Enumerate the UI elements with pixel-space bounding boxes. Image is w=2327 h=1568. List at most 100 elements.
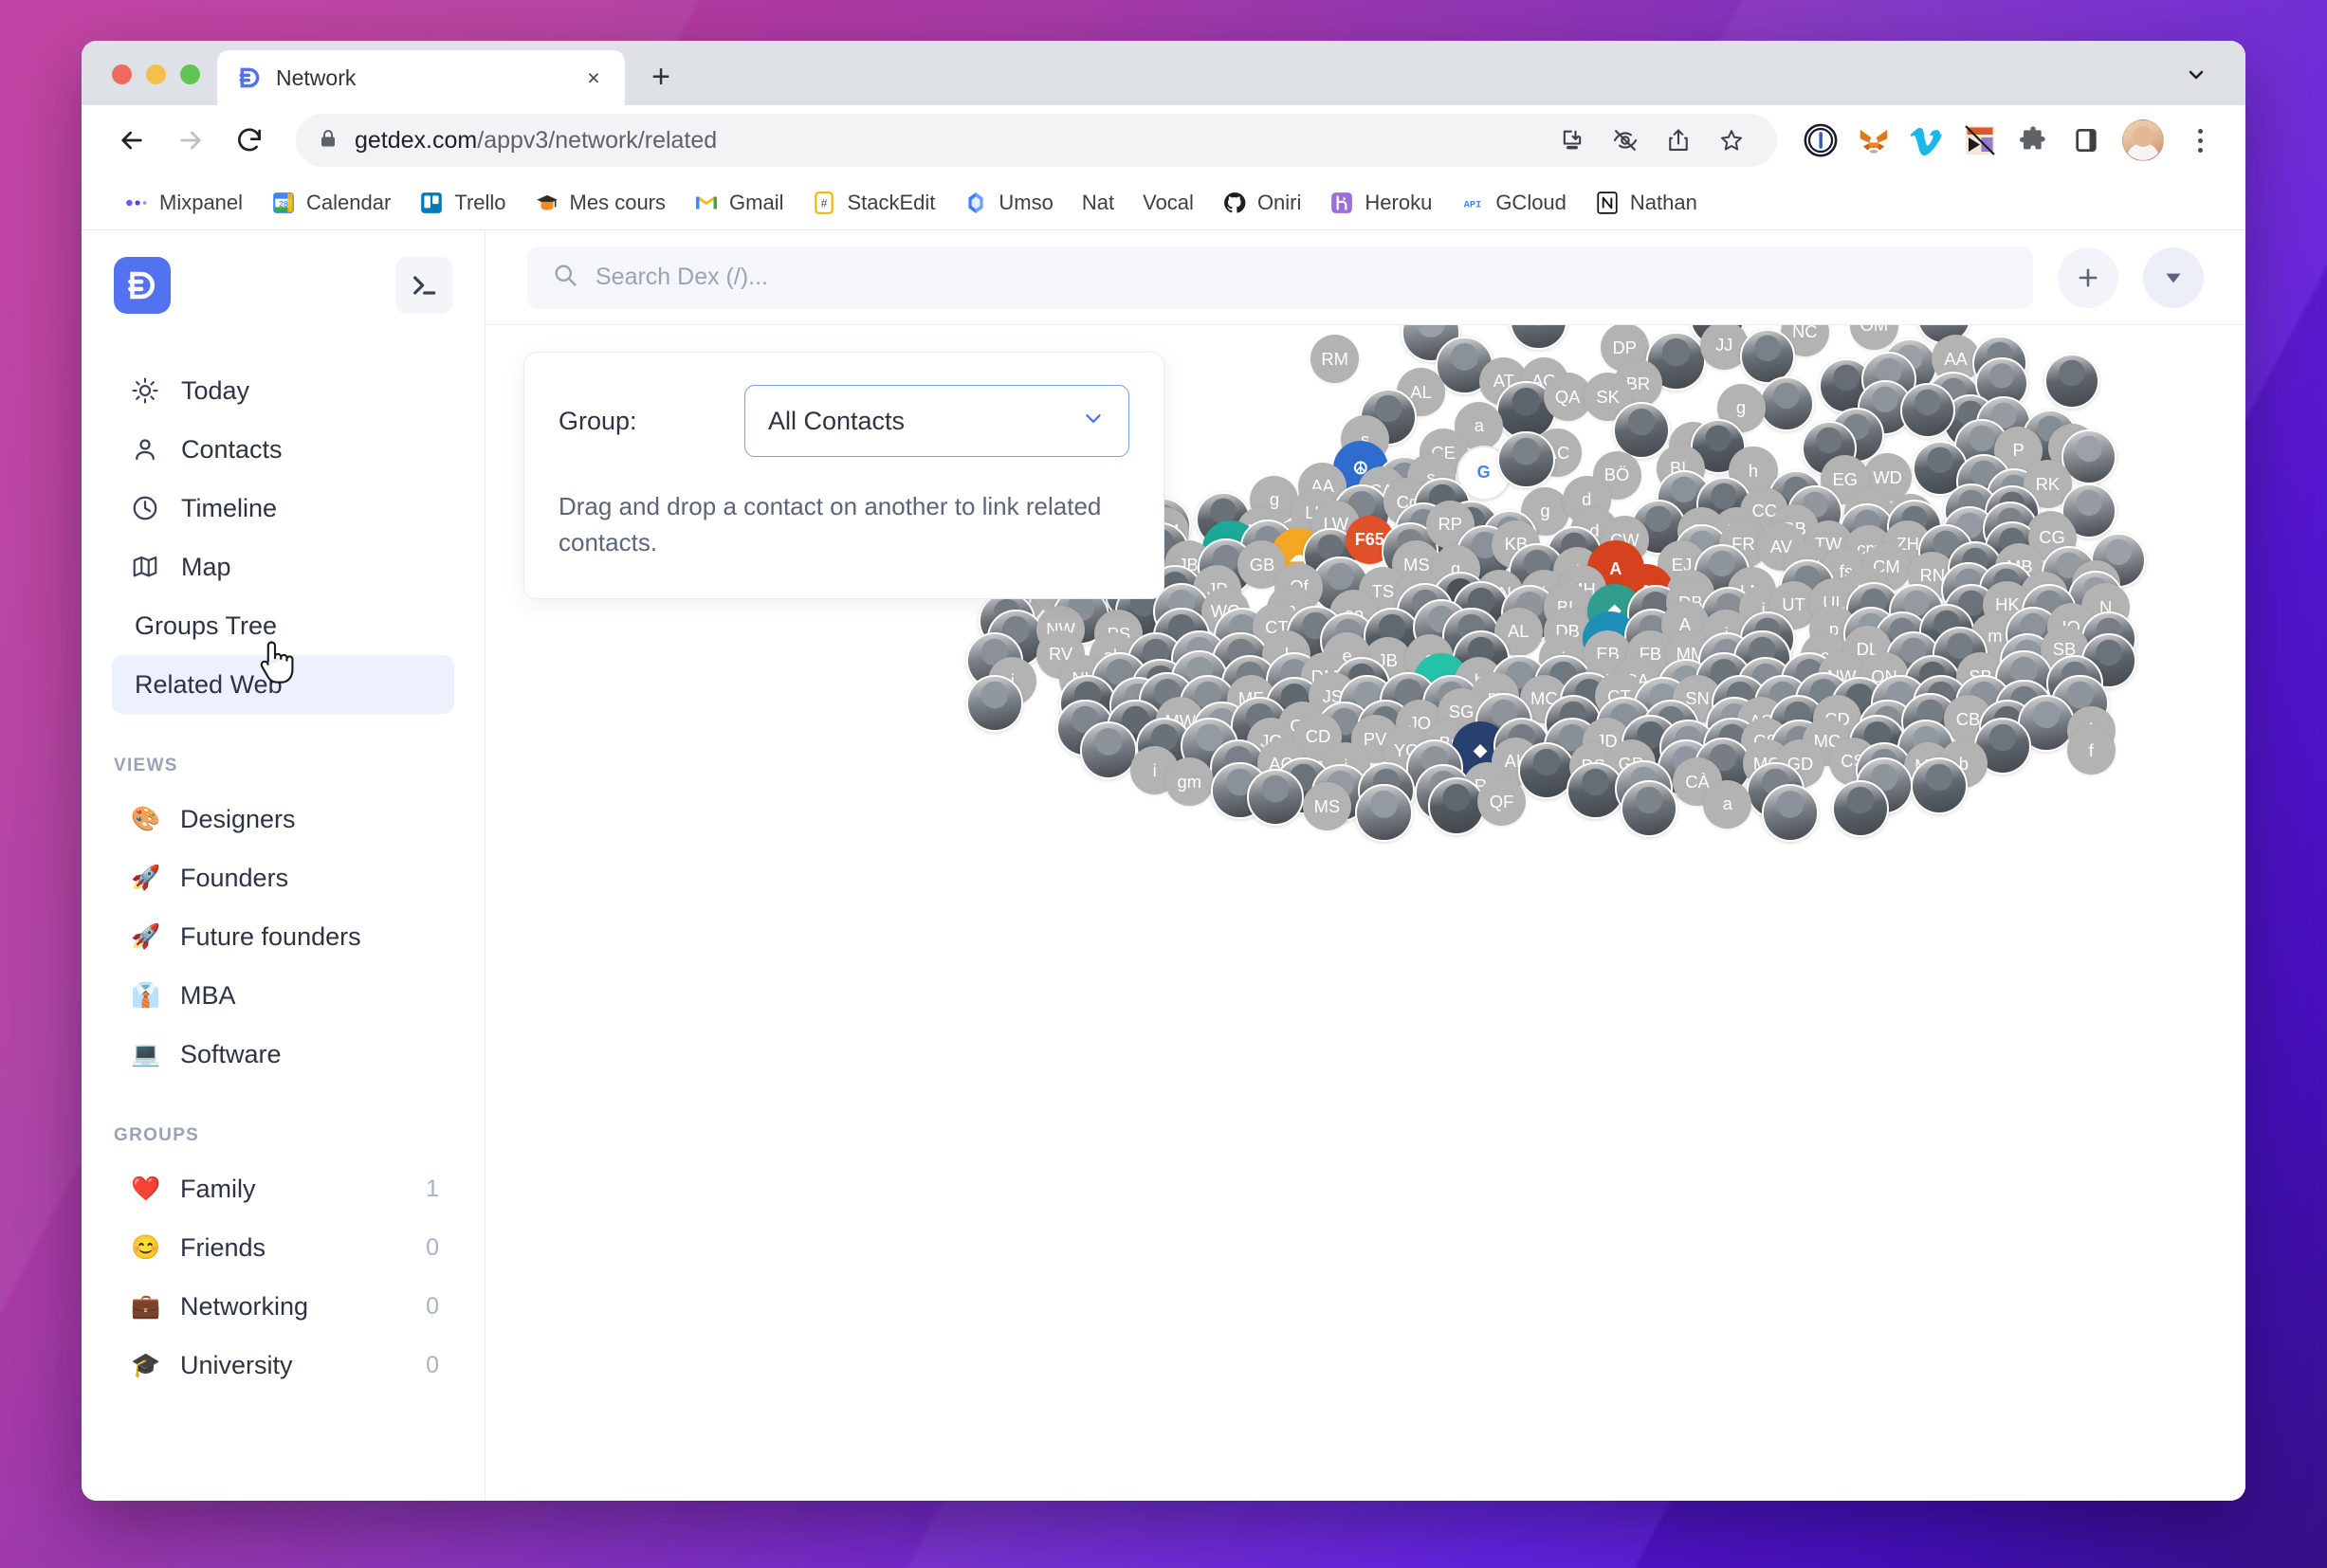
close-tab-button[interactable]: × bbox=[579, 64, 608, 92]
bookmark-mes-cours[interactable]: Mes cours bbox=[521, 185, 680, 221]
contact-node-initials: QA bbox=[1554, 386, 1581, 407]
bookmark-umso[interactable]: Umso bbox=[949, 185, 1067, 221]
related-web-canvas[interactable]: DPNCOMRMJJAAALATAGBRQASKagstc☮CEACPGBÖBL… bbox=[486, 325, 2245, 1501]
browser-tab[interactable]: Network × bbox=[217, 50, 625, 105]
dex-logo-icon[interactable] bbox=[114, 257, 171, 314]
maximize-window-button[interactable] bbox=[180, 64, 200, 84]
sidebar-view-mba[interactable]: 👔 MBA bbox=[99, 966, 467, 1025]
github-icon bbox=[1222, 191, 1247, 215]
bookmark-nathan[interactable]: Nathan bbox=[1581, 185, 1712, 221]
bookmark-nat[interactable]: Nat bbox=[1068, 185, 1128, 221]
sidebar-item-groups-tree[interactable]: Groups Tree bbox=[112, 596, 454, 655]
svg-text:#: # bbox=[821, 196, 828, 210]
spark-icon[interactable] bbox=[1957, 118, 2003, 163]
contact-node[interactable]: a bbox=[1703, 779, 1752, 829]
umso-icon bbox=[963, 191, 988, 215]
sidebar-group-university[interactable]: 🎓 University 0 bbox=[99, 1336, 467, 1395]
sidebar-item-label: Related Web bbox=[135, 669, 283, 699]
1password-icon[interactable] bbox=[1798, 118, 1843, 163]
bookmark-trello[interactable]: Trello bbox=[405, 185, 520, 221]
sidebar-view-designers[interactable]: 🎨 Designers bbox=[99, 790, 467, 848]
kebab-menu-icon[interactable] bbox=[2179, 116, 2221, 165]
bookmark-star-icon[interactable] bbox=[1707, 116, 1756, 165]
contact-node[interactable] bbox=[2044, 354, 2100, 410]
contact-node[interactable] bbox=[1080, 721, 1138, 779]
contact-node[interactable] bbox=[1612, 401, 1671, 460]
address-bar-actions bbox=[1548, 116, 1756, 165]
contact-node[interactable] bbox=[1621, 779, 1678, 838]
chevron-down-icon[interactable] bbox=[2171, 50, 2221, 100]
bookmark-label: Umso bbox=[999, 190, 1054, 214]
contact-node[interactable] bbox=[1832, 779, 1890, 838]
bookmark-gmail[interactable]: Gmail bbox=[680, 185, 797, 221]
side-panel-icon[interactable] bbox=[2063, 118, 2109, 163]
reload-icon[interactable] bbox=[224, 115, 275, 166]
heroku-icon bbox=[1329, 191, 1354, 215]
search-input[interactable]: Search Dex (/)... bbox=[527, 246, 2033, 309]
contact-node[interactable]: MS bbox=[1302, 782, 1351, 831]
browser-toolbar: getdex.com/appv3/network/related bbox=[82, 105, 2245, 175]
contact-node[interactable] bbox=[1761, 784, 1820, 842]
new-tab-button[interactable]: + bbox=[636, 52, 686, 101]
add-button[interactable] bbox=[2058, 246, 2118, 308]
contact-node[interactable] bbox=[1910, 757, 1969, 815]
contact-node[interactable]: gm bbox=[1164, 757, 1214, 807]
sidebar-item-related-web[interactable]: Related Web bbox=[112, 655, 454, 714]
minimize-window-button[interactable] bbox=[146, 64, 166, 84]
group-select[interactable]: All Contacts bbox=[744, 385, 1129, 457]
contact-node[interactable] bbox=[1900, 382, 1956, 438]
profile-avatar[interactable] bbox=[2122, 119, 2164, 161]
sidebar-view-label: Software bbox=[180, 1039, 282, 1068]
sidebar-group-networking[interactable]: 💼 Networking 0 bbox=[99, 1277, 467, 1336]
sidebar-item-today[interactable]: Today bbox=[99, 361, 467, 420]
contact-node-initials: g bbox=[1735, 397, 1747, 418]
terminal-icon[interactable] bbox=[395, 257, 452, 314]
contact-node[interactable] bbox=[1510, 325, 1567, 350]
contact-node[interactable] bbox=[1355, 784, 1413, 842]
rocket-icon: 🚀 bbox=[131, 864, 161, 891]
contact-node[interactable] bbox=[965, 674, 1024, 733]
contact-node-initials: AA bbox=[1944, 348, 1968, 369]
person-icon bbox=[131, 435, 159, 464]
url-host: getdex.com bbox=[355, 126, 478, 154]
contact-node[interactable]: QF bbox=[1476, 777, 1526, 827]
bookmark-label: Oniri bbox=[1256, 190, 1302, 214]
bookmark-vocal[interactable]: Vocal bbox=[1128, 185, 1208, 221]
bookmark-oniri[interactable]: Oniri bbox=[1208, 185, 1315, 221]
sidebar-group-family[interactable]: ❤️ Family 1 bbox=[99, 1159, 467, 1218]
share-icon[interactable] bbox=[1654, 116, 1703, 165]
sidebar-item-contacts[interactable]: Contacts bbox=[99, 420, 467, 479]
sidebar-group-count: 0 bbox=[426, 1292, 439, 1320]
bookmark-mixpanel[interactable]: Mixpanel bbox=[110, 185, 257, 221]
contact-node[interactable]: f bbox=[2066, 726, 2116, 775]
palette-icon: 🎨 bbox=[131, 805, 161, 832]
bookmark-heroku[interactable]: Heroku bbox=[1315, 185, 1446, 221]
filter-button[interactable] bbox=[2143, 246, 2204, 308]
contact-node[interactable]: RM bbox=[1310, 335, 1360, 384]
address-bar[interactable]: getdex.com/appv3/network/related bbox=[296, 114, 1777, 167]
eye-off-icon[interactable] bbox=[1601, 116, 1650, 165]
back-arrow-icon[interactable] bbox=[106, 115, 157, 166]
bookmark-stackedit[interactable]: # StackEdit bbox=[797, 185, 949, 221]
contact-node[interactable] bbox=[1428, 777, 1486, 835]
gmail-icon bbox=[694, 191, 719, 215]
contact-node[interactable] bbox=[1497, 430, 1555, 488]
bookmark-calendar[interactable]: 28 Calendar bbox=[257, 185, 405, 221]
close-window-button[interactable] bbox=[112, 64, 132, 84]
sidebar-group-friends[interactable]: 😊 Friends 0 bbox=[99, 1218, 467, 1277]
browser-tab-strip: Network × + bbox=[82, 41, 2245, 105]
contact-node[interactable] bbox=[1246, 768, 1305, 827]
sidebar-view-software[interactable]: 💻 Software bbox=[99, 1025, 467, 1084]
bookmark-gcloud[interactable]: API GCloud bbox=[1446, 185, 1581, 221]
sidebar-item-map[interactable]: Map bbox=[99, 538, 467, 596]
puzzle-icon[interactable] bbox=[2010, 118, 2056, 163]
forward-arrow-icon[interactable] bbox=[165, 115, 216, 166]
contact-node-initials: g bbox=[1540, 501, 1550, 521]
contact-node-label: A bbox=[1609, 558, 1622, 578]
install-icon[interactable] bbox=[1548, 116, 1597, 165]
vimeo-icon[interactable] bbox=[1904, 118, 1950, 163]
sidebar-view-future-founders[interactable]: 🚀 Future founders bbox=[99, 907, 467, 966]
sidebar-item-timeline[interactable]: Timeline bbox=[99, 479, 467, 538]
sidebar-view-founders[interactable]: 🚀 Founders bbox=[99, 848, 467, 907]
metamask-icon[interactable] bbox=[1851, 118, 1896, 163]
